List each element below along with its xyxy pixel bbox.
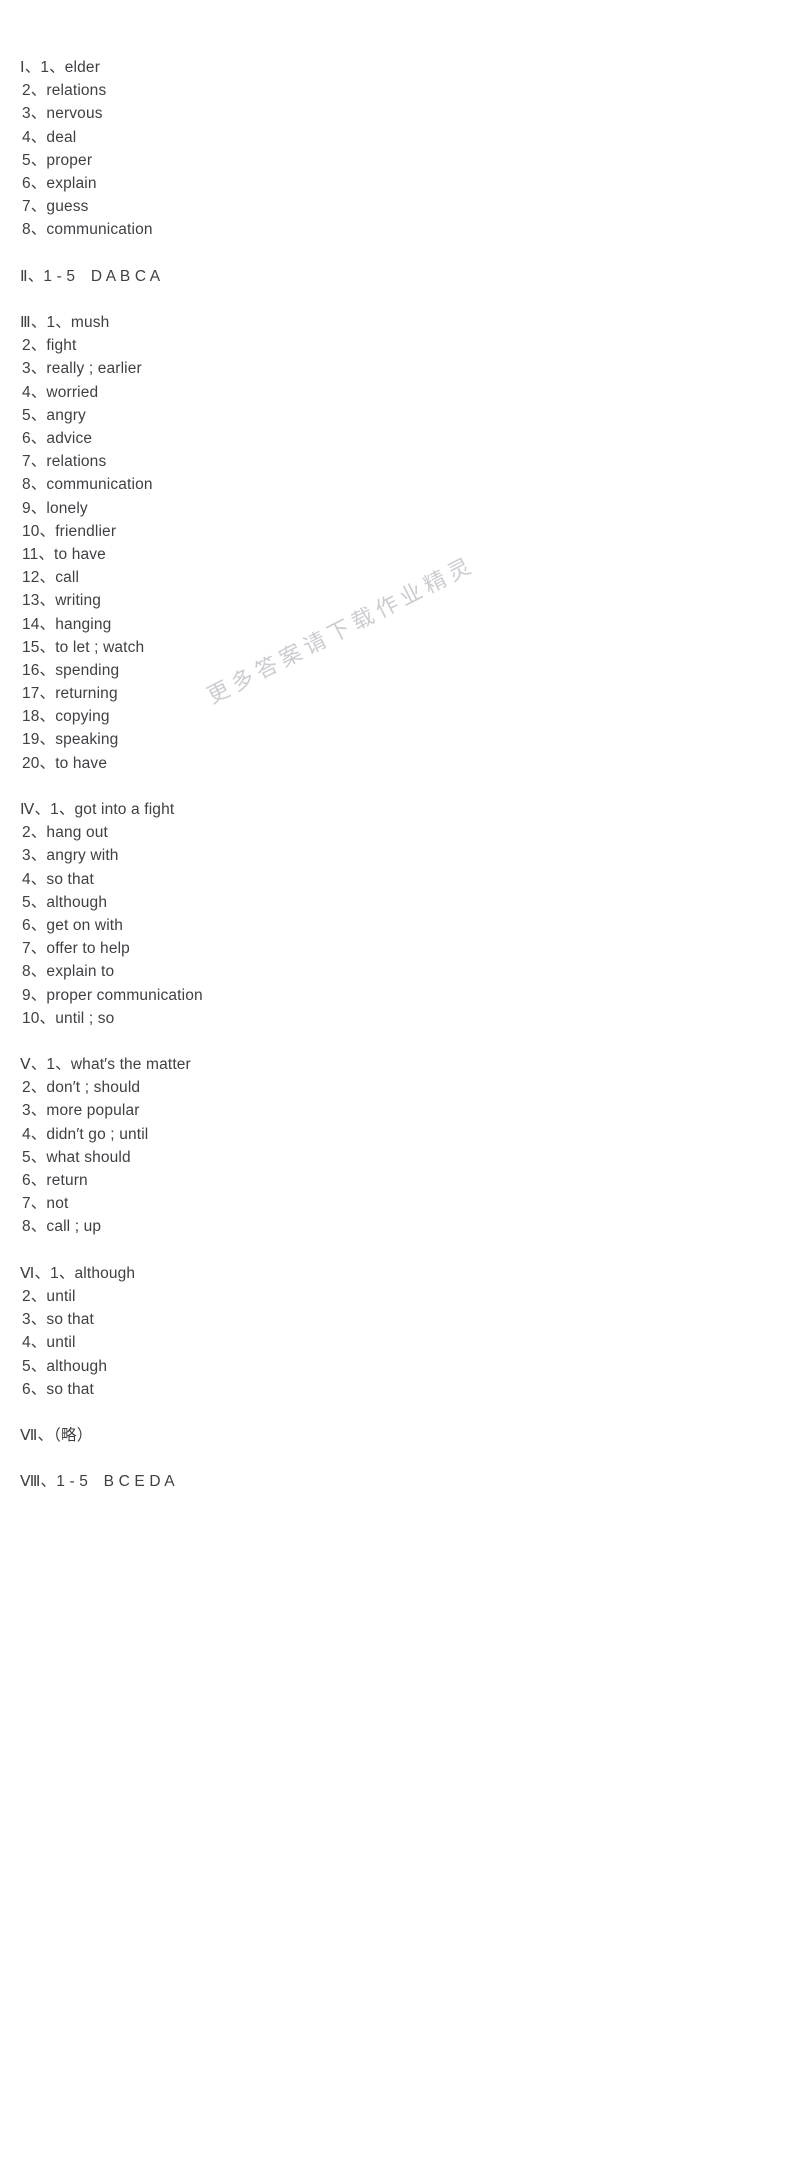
spacer-line — [0, 1239, 800, 1262]
answer-line-list: Ⅰ、1、elder 2、relations 3、nervous 4、deal 5、pro… — [0, 56, 800, 1494]
answer-line: 4、so that — [22, 870, 95, 888]
answer-line: 4、deal — [22, 128, 77, 146]
answer-line: 5、angry — [22, 406, 86, 424]
section-heading-line: Ⅰ、1、elder — [20, 59, 101, 76]
answer-line: 5、proper — [22, 151, 93, 169]
section-heading-line: Ⅳ、1、got into a fight — [20, 801, 175, 818]
answer-line: 3、angry with — [22, 847, 119, 865]
answer-line: 5、although — [22, 893, 108, 911]
answer-line: 10、friendlier — [22, 522, 117, 540]
section-heading-line: Ⅴ、1、what′s the matter — [20, 1056, 191, 1074]
answer-line: 7、not — [22, 1195, 69, 1213]
answer-line: 6、so that — [22, 1380, 95, 1398]
section-heading-line: Ⅵ、1、although — [20, 1264, 136, 1282]
section-heading-line: Ⅷ、1 - 5 B C E D A — [20, 1473, 175, 1491]
answer-line: 3、nervous — [22, 105, 103, 123]
answer-line: 12、call — [22, 569, 80, 587]
answer-line: 6、get on with — [22, 916, 124, 934]
answer-line: 4、worried — [22, 383, 99, 401]
answer-line: 10、until ; so — [22, 1009, 115, 1027]
answer-line: 8、explain to — [22, 963, 115, 981]
answer-line: 7、guess — [22, 198, 89, 216]
answer-line: 13、writing — [22, 592, 102, 610]
answer-line: 4、didn′t go ; until — [22, 1125, 149, 1143]
answer-line: 3、more popular — [22, 1102, 140, 1120]
answer-line: 2、until — [22, 1287, 76, 1305]
answer-line: 17、returning — [22, 685, 118, 703]
spacer-line — [0, 1401, 800, 1424]
answer-line: 19、speaking — [22, 731, 119, 749]
answer-line: 15、to let ; watch — [22, 638, 145, 656]
answer-line: 8、call ; up — [22, 1218, 102, 1236]
answer-line: 7、offer to help — [22, 940, 130, 958]
answer-line: 7、relations — [22, 453, 107, 471]
answer-line: 3、really ; earlier — [22, 360, 142, 378]
section-heading-line: Ⅶ、（略） — [20, 1427, 93, 1445]
answer-key-sheet: 更多答案请下载作业精灵 Ⅰ、1、elder 2、relations 3、nervou… — [0, 0, 800, 2166]
answer-line: 5、although — [22, 1357, 108, 1375]
section-heading-line: Ⅱ、1 - 5 D A B C A — [20, 267, 161, 285]
spacer-line — [0, 775, 800, 798]
answer-line: 6、explain — [22, 174, 97, 192]
spacer-line — [0, 1030, 800, 1053]
spacer-line — [0, 242, 800, 265]
answer-line: 2、fight — [22, 337, 77, 355]
spacer-line — [0, 1447, 800, 1470]
answer-line: 5、what should — [22, 1148, 131, 1166]
answer-line: 11、to have — [22, 545, 106, 563]
answer-line: 16、spending — [22, 661, 120, 679]
answer-line: 9、proper communication — [22, 986, 203, 1004]
spacer-line — [0, 288, 800, 311]
answer-line: 6、return — [22, 1172, 88, 1189]
answer-line: 8、communication — [22, 221, 153, 239]
answer-line: 3、so that — [22, 1311, 95, 1329]
answer-line: 4、until — [22, 1334, 76, 1352]
answer-line: 2、relations — [22, 82, 107, 100]
answer-line: 18、copying — [22, 708, 110, 726]
answer-line: 6、advice — [22, 430, 93, 447]
answer-line: 2、hang out — [22, 824, 108, 842]
answer-line: 20、to have — [22, 754, 108, 772]
section-heading-line: Ⅲ、1、mush — [20, 314, 110, 332]
answer-line: 9、lonely — [22, 499, 88, 517]
answer-line: 2、don′t ; should — [22, 1079, 141, 1097]
answer-line: 8、communication — [22, 476, 153, 494]
answer-line: 14、hanging — [22, 615, 112, 633]
